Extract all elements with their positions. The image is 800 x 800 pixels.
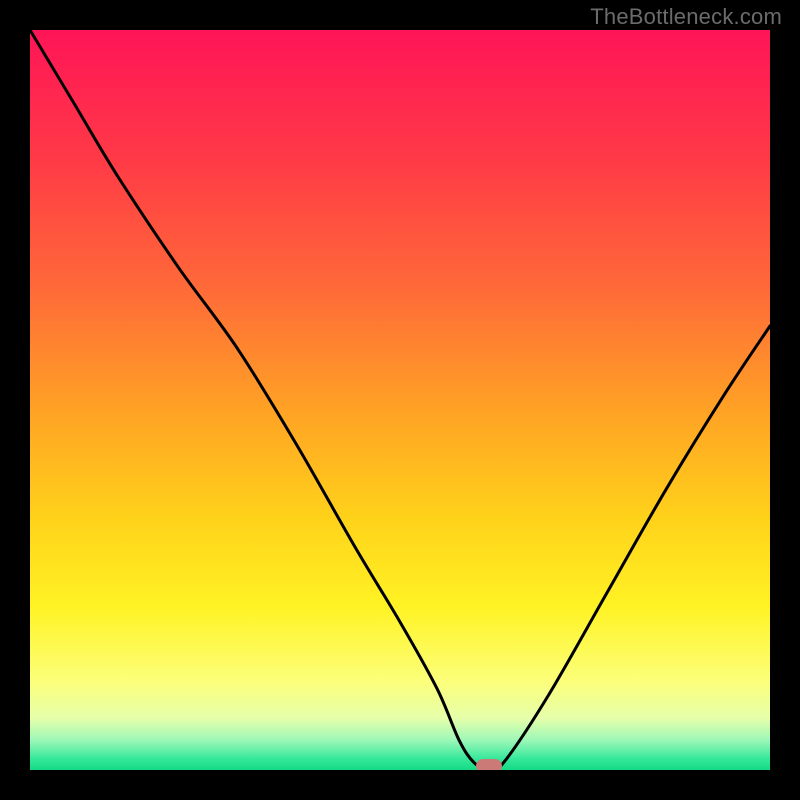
bottleneck-curve: [30, 30, 770, 770]
optimal-point-marker: [476, 759, 502, 770]
chart-frame: TheBottleneck.com: [0, 0, 800, 800]
plot-area: [30, 30, 770, 770]
watermark-text: TheBottleneck.com: [590, 4, 782, 30]
